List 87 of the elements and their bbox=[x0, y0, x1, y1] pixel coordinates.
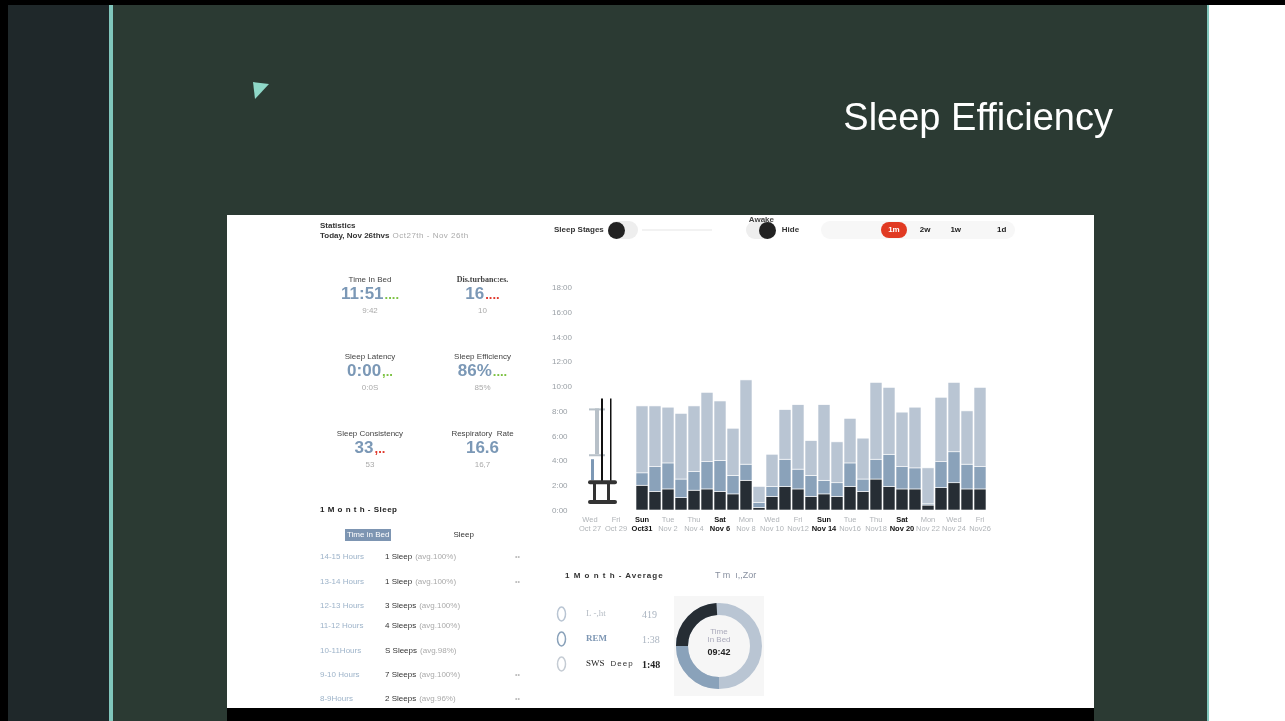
section-title: 1 M o n t h - Average bbox=[565, 570, 665, 582]
hours-range: 9-10 Hours bbox=[320, 669, 361, 680]
axis-label: 12:00 bbox=[552, 357, 573, 367]
average-value: (avg.100%) bbox=[419, 600, 461, 611]
axis-label: 18:00 bbox=[552, 283, 573, 292]
section-title: 1 M o n t h - Sleep bbox=[320, 505, 398, 515]
metric-label: Dis.turbanc:es. bbox=[456, 275, 509, 285]
range-tab[interactable]: 1d bbox=[990, 222, 1014, 238]
metric-label: Sleep Latency bbox=[344, 352, 396, 362]
trend-mark: ,.. bbox=[374, 442, 386, 456]
hours-range: 11-12 Hours bbox=[320, 620, 365, 631]
axis-label: 6:00 bbox=[552, 431, 568, 441]
average-value: (avg.100%) bbox=[415, 576, 457, 587]
date-label: Today, Nov 26thvs bbox=[320, 231, 390, 241]
range-tab[interactable]: 1m bbox=[881, 222, 907, 238]
chart-bar bbox=[882, 486, 896, 511]
metric-value: 0:00 bbox=[347, 362, 382, 380]
metric-label: Time In Bed bbox=[348, 275, 392, 285]
average-value: (avg.96%) bbox=[419, 693, 456, 704]
column-label: T m ı,,Zor bbox=[715, 569, 757, 583]
chart-bar bbox=[973, 488, 987, 511]
metric-value: 16.6 bbox=[465, 439, 500, 457]
axis-label: 16:00 bbox=[552, 307, 573, 317]
metric-value: 33 bbox=[354, 439, 374, 457]
previous-value: 10 bbox=[478, 306, 487, 316]
axis-label: 0:00 bbox=[552, 506, 568, 515]
chart-bar bbox=[947, 482, 961, 511]
slide-title: Sleep Efficiency bbox=[843, 95, 1113, 140]
trend-mark: ,.. bbox=[382, 365, 393, 379]
average-value: (avg.98%) bbox=[420, 645, 457, 656]
sleep-count: 3 Sleeps bbox=[385, 600, 417, 611]
average-value: (avg.100%) bbox=[415, 551, 457, 562]
sleep-count: 1 Sleep bbox=[385, 551, 413, 562]
range-tab[interactable]: 2w bbox=[912, 222, 938, 238]
sleep-count: 4 Sleeps bbox=[385, 620, 417, 631]
stage-duration: 419 bbox=[642, 607, 657, 622]
metric-value: 11:51 bbox=[341, 285, 384, 303]
sleep-count: S Sleeps bbox=[385, 645, 418, 656]
trend-mark: .... bbox=[384, 288, 399, 302]
axis-label: 8:00 bbox=[552, 406, 568, 416]
hours-range: 8-9Hours bbox=[320, 693, 354, 704]
range-tab[interactable]: 1w bbox=[943, 222, 969, 238]
average-value: (avg.100%) bbox=[419, 669, 461, 680]
chart-bar bbox=[960, 488, 974, 511]
stage-duration: 1:38 bbox=[642, 632, 660, 647]
statistics-title: Statistics bbox=[320, 221, 356, 231]
previous-value: 0:0S bbox=[361, 383, 379, 393]
chart-bar bbox=[648, 491, 662, 511]
toggle-label: Sleep Stages bbox=[554, 224, 604, 236]
metric-value: 86% bbox=[457, 362, 492, 380]
previous-value: 53 bbox=[365, 460, 375, 470]
toggle-switch[interactable] bbox=[745, 221, 776, 239]
previous-value: 9:42 bbox=[362, 306, 378, 316]
previous-value: 16,7 bbox=[474, 460, 491, 470]
sleep-count: 7 Sleeps bbox=[385, 669, 417, 680]
donut-value: 09:42 bbox=[707, 646, 731, 659]
date-range: Oct27th - Nov 26th bbox=[392, 231, 469, 241]
column-tab[interactable]: Sleep bbox=[451, 529, 476, 541]
stage-name: L -,ht bbox=[586, 607, 606, 621]
metric-label: Sleep Consistency bbox=[336, 429, 404, 439]
hours-range: 14-15 Hours bbox=[320, 551, 366, 562]
stage-name: SWS bbox=[586, 657, 605, 671]
hours-range: 12-13 Hours bbox=[320, 600, 366, 611]
donut-label: Time In Bed bbox=[707, 628, 731, 644]
trend-mark: .... bbox=[485, 288, 500, 302]
trend-mark: .... bbox=[492, 365, 508, 379]
toggle-label: Awake bbox=[748, 215, 774, 224]
hours-range: 13-14 Hours bbox=[320, 576, 366, 587]
previous-value: 85% bbox=[474, 383, 491, 393]
toggle-label: Hide bbox=[781, 224, 800, 236]
axis-label: 4:00 bbox=[552, 456, 568, 466]
chart-bar bbox=[700, 488, 714, 511]
metric-label: Respiratory Rate bbox=[451, 429, 514, 439]
axis-label: 2:00 bbox=[552, 481, 568, 491]
sleep-count: 1 Sleep bbox=[385, 576, 413, 587]
hours-range: 10-11Hours bbox=[320, 645, 363, 656]
metric-value: 16 bbox=[465, 285, 485, 303]
stage-name: Deep bbox=[610, 658, 634, 670]
axis-label: 10:00 bbox=[552, 382, 573, 392]
axis-label: 14:00 bbox=[552, 332, 573, 342]
average-value: (avg.100%) bbox=[419, 620, 461, 631]
toggle-switch[interactable] bbox=[607, 221, 638, 239]
stage-name: REM bbox=[586, 632, 607, 646]
sleep-count: 2 Sleeps bbox=[385, 693, 417, 704]
metric-label: Sleep Efficiency bbox=[454, 352, 511, 362]
stage-duration: 1:48 bbox=[642, 657, 661, 672]
triangle-icon bbox=[253, 82, 269, 99]
